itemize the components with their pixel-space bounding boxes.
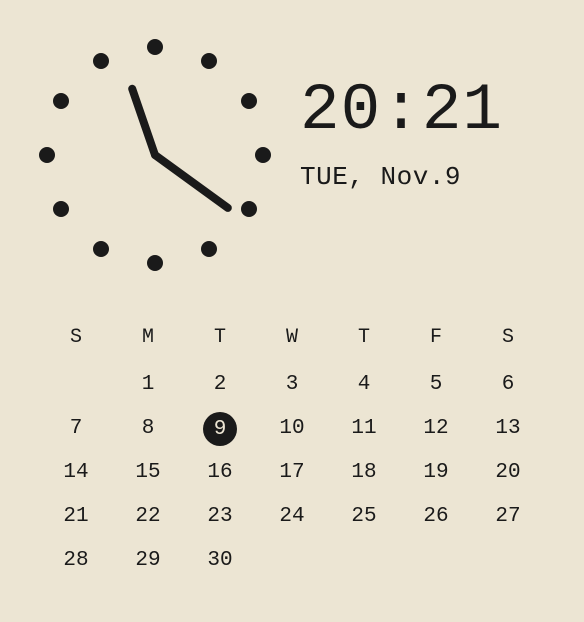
calendar-day[interactable]: 13 bbox=[472, 407, 544, 451]
calendar-day[interactable]: 25 bbox=[328, 495, 400, 539]
clock-hour-dot bbox=[241, 201, 257, 217]
calendar-day[interactable]: 29 bbox=[112, 539, 184, 583]
clock-hour-dot bbox=[93, 53, 109, 69]
calendar-day[interactable]: 20 bbox=[472, 451, 544, 495]
clock-hour-dot bbox=[201, 241, 217, 257]
calendar-day[interactable]: 11 bbox=[328, 407, 400, 451]
clock-hour-dot bbox=[53, 201, 69, 217]
calendar-day-header: T bbox=[328, 318, 400, 363]
calendar-day-header: T bbox=[184, 318, 256, 363]
clock-hour-dot bbox=[201, 53, 217, 69]
calendar-day bbox=[472, 539, 544, 583]
calendar-day[interactable]: 28 bbox=[40, 539, 112, 583]
clock-hour-hand bbox=[127, 84, 160, 160]
calendar-day bbox=[256, 539, 328, 583]
calendar-day-header: S bbox=[40, 318, 112, 363]
calendar-day[interactable]: 17 bbox=[256, 451, 328, 495]
calendar-day[interactable]: 4 bbox=[328, 363, 400, 407]
calendar-day[interactable]: 7 bbox=[40, 407, 112, 451]
calendar-day-today[interactable]: 9 bbox=[184, 407, 256, 451]
calendar-day[interactable]: 22 bbox=[112, 495, 184, 539]
date-label: TUE, Nov.9 bbox=[300, 162, 548, 192]
calendar-day[interactable]: 12 bbox=[400, 407, 472, 451]
clock-hour-dot bbox=[255, 147, 271, 163]
digital-time: 20:21 bbox=[300, 78, 548, 144]
calendar-day[interactable]: 10 bbox=[256, 407, 328, 451]
calendar-day-header: W bbox=[256, 318, 328, 363]
clock-hour-dot bbox=[147, 255, 163, 271]
calendar-day bbox=[400, 539, 472, 583]
clock-minute-hand bbox=[149, 149, 233, 213]
calendar-day[interactable]: 21 bbox=[40, 495, 112, 539]
calendar-day[interactable]: 14 bbox=[40, 451, 112, 495]
calendar-day[interactable]: 27 bbox=[472, 495, 544, 539]
clock-hour-dot bbox=[241, 93, 257, 109]
calendar-day[interactable]: 30 bbox=[184, 539, 256, 583]
calendar-day[interactable]: 26 bbox=[400, 495, 472, 539]
calendar-day[interactable]: 6 bbox=[472, 363, 544, 407]
calendar: SMTWTFS123456789101112131415161718192021… bbox=[0, 290, 584, 583]
calendar-day bbox=[40, 363, 112, 407]
calendar-day[interactable]: 23 bbox=[184, 495, 256, 539]
clock-hour-dot bbox=[147, 39, 163, 55]
calendar-day[interactable]: 2 bbox=[184, 363, 256, 407]
calendar-day[interactable]: 18 bbox=[328, 451, 400, 495]
clock-hour-dot bbox=[39, 147, 55, 163]
clock-hour-dot bbox=[53, 93, 69, 109]
calendar-day[interactable]: 15 bbox=[112, 451, 184, 495]
calendar-day[interactable]: 8 bbox=[112, 407, 184, 451]
calendar-day-header: M bbox=[112, 318, 184, 363]
clock-hour-dot bbox=[93, 241, 109, 257]
calendar-day[interactable]: 16 bbox=[184, 451, 256, 495]
calendar-day-header: F bbox=[400, 318, 472, 363]
calendar-day[interactable]: 3 bbox=[256, 363, 328, 407]
calendar-day-header: S bbox=[472, 318, 544, 363]
calendar-day[interactable]: 5 bbox=[400, 363, 472, 407]
analog-clock bbox=[30, 30, 280, 280]
calendar-day bbox=[328, 539, 400, 583]
calendar-day[interactable]: 19 bbox=[400, 451, 472, 495]
calendar-day[interactable]: 1 bbox=[112, 363, 184, 407]
calendar-day[interactable]: 24 bbox=[256, 495, 328, 539]
